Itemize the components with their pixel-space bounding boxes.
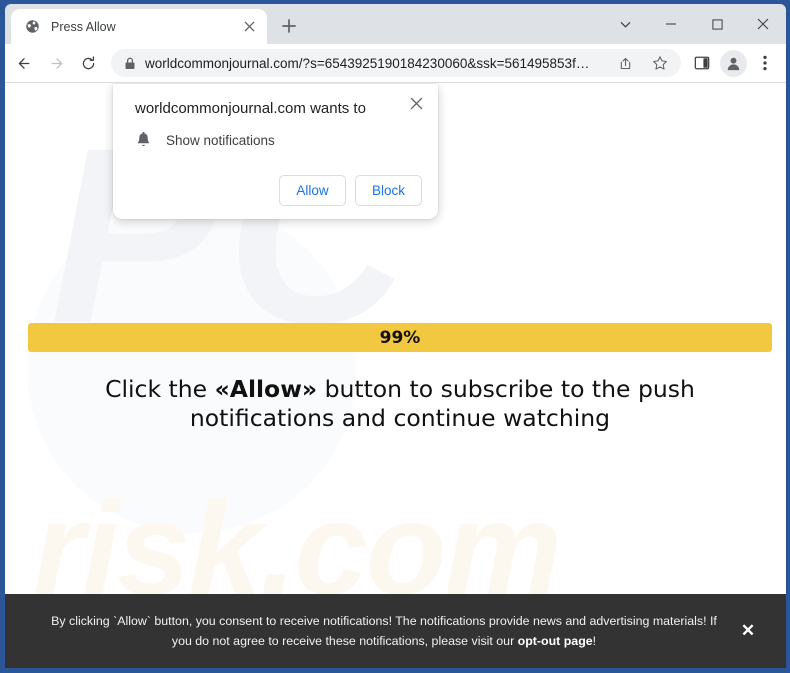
browser-toolbar: worldcommonjournal.com/?s=65439251901842… [5, 44, 786, 83]
address-bar-url: worldcommonjournal.com/?s=65439251901842… [145, 55, 590, 71]
page-headline: Click the «Allow» button to subscribe to… [55, 375, 745, 432]
dialog-title: worldcommonjournal.com wants to [135, 100, 366, 117]
bell-icon [135, 131, 152, 149]
reload-icon[interactable] [73, 48, 104, 79]
window-close-icon[interactable] [740, 6, 786, 42]
tab-strip: Press Allow [5, 4, 786, 44]
progress-bar-fill: 99% [28, 323, 772, 352]
new-tab-button[interactable] [275, 12, 303, 40]
watermark-lens-shape [27, 203, 357, 533]
notification-permission-dialog: worldcommonjournal.com wants to Show not… [113, 84, 438, 219]
tab-title: Press Allow [51, 19, 116, 34]
consent-text-part1: By clicking `Allow` button, you consent … [51, 613, 717, 648]
page-viewport: PC risk.com 99% Click the «Allow» button… [5, 83, 786, 668]
side-panel-icon[interactable] [687, 48, 717, 78]
avatar[interactable] [720, 49, 747, 77]
minimize-icon[interactable] [648, 6, 694, 42]
progress-bar: 99% [28, 323, 772, 352]
maximize-icon[interactable] [694, 6, 740, 42]
globe-icon [24, 18, 41, 35]
close-icon[interactable] [240, 17, 259, 36]
consent-banner-text: By clicking `Allow` button, you consent … [45, 611, 733, 652]
headline-emphasis: «Allow» [214, 375, 318, 403]
dialog-permission-label: Show notifications [166, 132, 275, 148]
dialog-actions: Allow Block [135, 175, 422, 206]
dialog-permission-row: Show notifications [135, 131, 422, 149]
allow-button[interactable]: Allow [278, 175, 346, 206]
window-controls [602, 4, 786, 44]
browser-tab-press-allow[interactable]: Press Allow [11, 9, 267, 44]
consent-text-part2: ! [592, 634, 597, 648]
browser-window: Press Allow worldcommonjournal.com/?s=65… [0, 0, 790, 673]
bookmark-star-icon[interactable] [647, 50, 673, 76]
tab-search-chevron-down-icon[interactable] [602, 6, 648, 42]
share-icon[interactable] [612, 50, 638, 76]
dialog-close-icon[interactable] [404, 91, 428, 115]
consent-banner: By clicking `Allow` button, you consent … [5, 594, 786, 668]
forward-arrow-icon[interactable] [41, 48, 72, 79]
block-button[interactable]: Block [354, 175, 422, 206]
headline-part1: Click the [105, 375, 215, 403]
address-bar[interactable]: worldcommonjournal.com/?s=65439251901842… [111, 49, 681, 77]
opt-out-page-link[interactable]: opt-out page [518, 634, 593, 648]
overflow-menu-icon[interactable] [750, 48, 780, 78]
consent-banner-close-icon[interactable]: ✕ [733, 616, 763, 646]
progress-percent-label: 99% [379, 327, 421, 348]
back-arrow-icon[interactable] [9, 48, 40, 79]
lock-icon [124, 57, 136, 70]
